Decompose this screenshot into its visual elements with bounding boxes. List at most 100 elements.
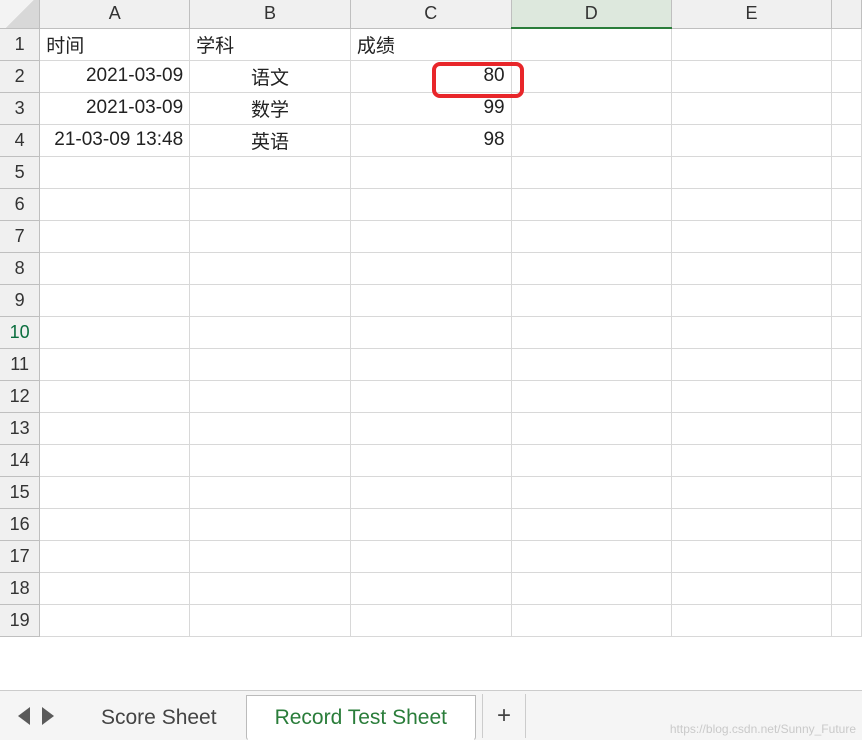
cell-C6[interactable] (350, 188, 511, 220)
sheet-tab-0[interactable]: Score Sheet (72, 695, 246, 741)
row-header-7[interactable]: 7 (0, 220, 40, 252)
cell-E8[interactable] (671, 252, 831, 284)
cell-D10[interactable] (511, 316, 671, 348)
cell-A3[interactable]: 2021-03-09 (40, 92, 190, 124)
spreadsheet-grid[interactable]: A B C D E 1时间学科成绩22021-03-09语文8032021-03… (0, 0, 862, 637)
cell-C1[interactable]: 成绩 (350, 28, 511, 60)
cell-E5[interactable] (671, 156, 831, 188)
cell-C5[interactable] (350, 156, 511, 188)
cell-E11[interactable] (671, 348, 831, 380)
cell-C15[interactable] (350, 476, 511, 508)
cell-E1[interactable] (671, 28, 831, 60)
cell-F19[interactable] (832, 604, 862, 636)
cell-F14[interactable] (832, 444, 862, 476)
cell-A17[interactable] (40, 540, 190, 572)
cell-B15[interactable] (190, 476, 351, 508)
cell-A2[interactable]: 2021-03-09 (40, 60, 190, 92)
cell-D13[interactable] (511, 412, 671, 444)
cell-E14[interactable] (671, 444, 831, 476)
row-header-5[interactable]: 5 (0, 156, 40, 188)
cell-E18[interactable] (671, 572, 831, 604)
cell-A14[interactable] (40, 444, 190, 476)
cell-E17[interactable] (671, 540, 831, 572)
cell-A13[interactable] (40, 412, 190, 444)
cell-E13[interactable] (671, 412, 831, 444)
cell-D18[interactable] (511, 572, 671, 604)
cell-F8[interactable] (832, 252, 862, 284)
cell-B3[interactable]: 数学 (190, 92, 351, 124)
cell-D14[interactable] (511, 444, 671, 476)
cell-B18[interactable] (190, 572, 351, 604)
cell-C19[interactable] (350, 604, 511, 636)
select-all-corner[interactable] (0, 0, 40, 28)
row-header-12[interactable]: 12 (0, 380, 40, 412)
cell-A6[interactable] (40, 188, 190, 220)
cell-B4[interactable]: 英语 (190, 124, 351, 156)
cell-C9[interactable] (350, 284, 511, 316)
cell-F6[interactable] (832, 188, 862, 220)
cell-C10[interactable] (350, 316, 511, 348)
cell-F17[interactable] (832, 540, 862, 572)
cell-C16[interactable] (350, 508, 511, 540)
row-header-17[interactable]: 17 (0, 540, 40, 572)
cell-D9[interactable] (511, 284, 671, 316)
row-header-1[interactable]: 1 (0, 28, 40, 60)
cell-A10[interactable] (40, 316, 190, 348)
cell-F7[interactable] (832, 220, 862, 252)
cell-A19[interactable] (40, 604, 190, 636)
cell-C4[interactable]: 98 (350, 124, 511, 156)
row-header-10[interactable]: 10 (0, 316, 40, 348)
row-header-18[interactable]: 18 (0, 572, 40, 604)
cell-F15[interactable] (832, 476, 862, 508)
cell-B16[interactable] (190, 508, 351, 540)
row-header-11[interactable]: 11 (0, 348, 40, 380)
cell-A11[interactable] (40, 348, 190, 380)
cell-A9[interactable] (40, 284, 190, 316)
cell-C12[interactable] (350, 380, 511, 412)
tab-nav-prev-icon[interactable] (18, 707, 30, 725)
row-header-14[interactable]: 14 (0, 444, 40, 476)
cell-C11[interactable] (350, 348, 511, 380)
cell-B7[interactable] (190, 220, 351, 252)
row-header-19[interactable]: 19 (0, 604, 40, 636)
cell-E10[interactable] (671, 316, 831, 348)
cell-C2[interactable]: 80 (350, 60, 511, 92)
cell-F3[interactable] (832, 92, 862, 124)
cell-F11[interactable] (832, 348, 862, 380)
cell-B13[interactable] (190, 412, 351, 444)
cell-D7[interactable] (511, 220, 671, 252)
cell-B19[interactable] (190, 604, 351, 636)
row-header-9[interactable]: 9 (0, 284, 40, 316)
cell-F12[interactable] (832, 380, 862, 412)
cell-B17[interactable] (190, 540, 351, 572)
row-header-16[interactable]: 16 (0, 508, 40, 540)
cell-D15[interactable] (511, 476, 671, 508)
cell-E2[interactable] (671, 60, 831, 92)
cell-B1[interactable]: 学科 (190, 28, 351, 60)
cell-C18[interactable] (350, 572, 511, 604)
cell-F16[interactable] (832, 508, 862, 540)
cell-A7[interactable] (40, 220, 190, 252)
cell-C7[interactable] (350, 220, 511, 252)
cell-F13[interactable] (832, 412, 862, 444)
col-header-D[interactable]: D (511, 0, 671, 28)
cell-B5[interactable] (190, 156, 351, 188)
sheet-tab-1[interactable]: Record Test Sheet (246, 695, 476, 741)
cell-D3[interactable] (511, 92, 671, 124)
cell-A8[interactable] (40, 252, 190, 284)
cell-E16[interactable] (671, 508, 831, 540)
cell-C14[interactable] (350, 444, 511, 476)
cell-A15[interactable] (40, 476, 190, 508)
cell-D6[interactable] (511, 188, 671, 220)
cell-D12[interactable] (511, 380, 671, 412)
cell-E12[interactable] (671, 380, 831, 412)
add-sheet-button[interactable]: + (482, 694, 526, 738)
cell-F1[interactable] (832, 28, 862, 60)
cell-D4[interactable] (511, 124, 671, 156)
cell-D8[interactable] (511, 252, 671, 284)
cell-E7[interactable] (671, 220, 831, 252)
cell-B10[interactable] (190, 316, 351, 348)
cell-E9[interactable] (671, 284, 831, 316)
row-header-13[interactable]: 13 (0, 412, 40, 444)
cell-B9[interactable] (190, 284, 351, 316)
